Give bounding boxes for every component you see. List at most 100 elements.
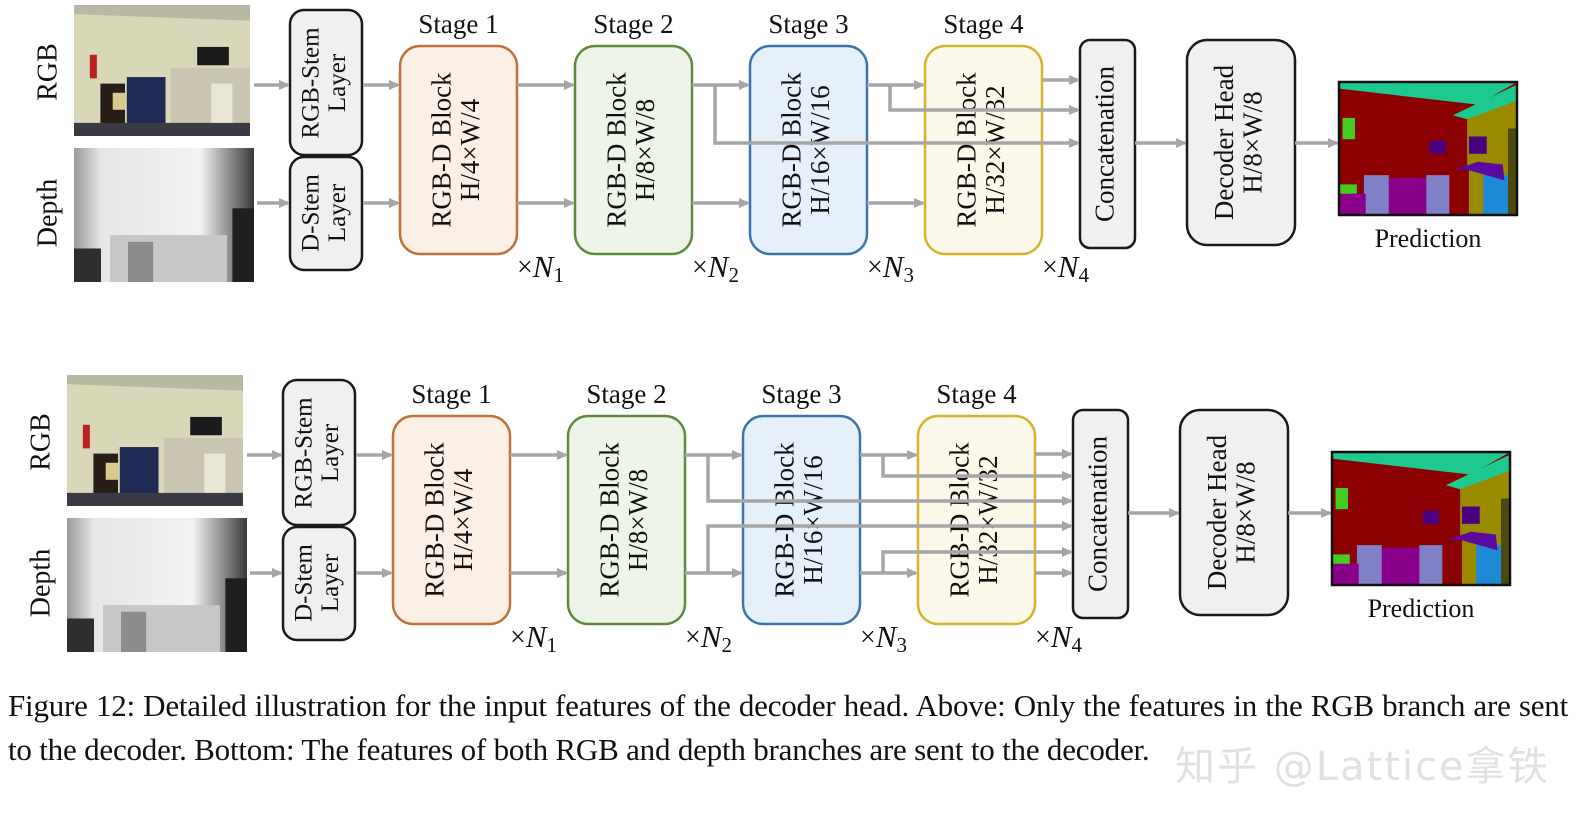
plant-class (1339, 184, 1357, 194)
microwave (190, 416, 222, 436)
stage-4-block-label: RGB-D BlockH/32×W/32 (945, 442, 1003, 598)
depth-input-label-line: Depth (32, 179, 63, 247)
rgb-input-label-line: RGB (25, 413, 56, 471)
chair-class (1419, 545, 1443, 585)
stage-2-repeat-count: ×N2 (685, 619, 732, 657)
decoder-head-label-line: H/8×W/8 (1237, 91, 1267, 193)
frame-class (1468, 136, 1487, 154)
rgb-input-image (67, 375, 243, 506)
decoder-head-label-line: Decoder Head (1202, 434, 1232, 590)
door-class (1501, 498, 1510, 585)
depth-stem-layer-label: D-Stem Layer (298, 174, 351, 252)
rgb-input-label-line: RGB (32, 43, 63, 101)
chair-depth (121, 611, 147, 652)
stage-4-title: Stage 4 (943, 9, 1024, 39)
stage-1-repeat-count: ×N1 (517, 249, 564, 287)
frame-class (1429, 140, 1446, 154)
stage-4-repeat-count: ×N4 (1035, 619, 1082, 657)
stage-3-block-label: RGB-D BlockH/16×W/16 (777, 72, 835, 228)
table-class (1339, 193, 1366, 215)
stage-3-block-label-line: H/16×W/16 (805, 85, 835, 214)
stage-2-block-label-line: H/8×W/8 (623, 469, 653, 571)
stage-1-block-label-line: H/4×W/4 (448, 468, 478, 571)
stage-1-title: Stage 1 (411, 379, 491, 409)
plant-class (1332, 554, 1350, 564)
chair-class (1356, 545, 1382, 585)
rgb-input-image (74, 5, 250, 136)
depth-input-label: Depth (25, 549, 56, 617)
depth-input-image (74, 148, 254, 282)
stage-4-block-label: RGB-D BlockH/32×W/32 (952, 72, 1010, 228)
stage-4-repeat-count: ×N4 (1042, 249, 1089, 287)
stage-2-block-label-line: RGB-D Block (602, 72, 632, 228)
prediction-segmentation-map (1330, 450, 1512, 587)
frame-class (1422, 510, 1439, 524)
near-objects (110, 235, 227, 282)
chair-class (1363, 175, 1389, 215)
rgb-input-label: RGB (32, 43, 63, 101)
stage-2-block-label-line: RGB-D Block (595, 442, 625, 598)
stage-2-title: Stage 2 (593, 9, 673, 39)
watermark: 知乎 @Lattice拿铁 (1175, 744, 1550, 790)
floor (74, 122, 250, 136)
stage-1-block-label-line: RGB-D Block (427, 72, 457, 228)
picture (105, 462, 119, 480)
rgb-stem-layer-label-line: RGB-Stem (291, 397, 318, 509)
plant-class (1335, 487, 1349, 510)
stage-1-title: Stage 1 (418, 9, 498, 39)
stage-3-title: Stage 3 (768, 9, 848, 39)
decoder-head-label-line: Decoder Head (1209, 64, 1239, 220)
stage-4-block-label-line: H/32×W/32 (980, 85, 1010, 214)
foreground-dark (74, 248, 101, 282)
stage-3-title: Stage 3 (761, 379, 841, 409)
door-depth (225, 578, 247, 652)
stage-4-title: Stage 4 (936, 379, 1017, 409)
stage-1-repeat-count: ×N1 (510, 619, 557, 657)
concatenation-label: Concatenation (1083, 436, 1113, 592)
stage-4-block-label-line: RGB-D Block (945, 442, 975, 598)
table-class (1332, 563, 1359, 585)
stage-1-block-label-line: H/4×W/4 (455, 98, 485, 201)
frame-class (1461, 506, 1480, 524)
depth-input-image (67, 518, 247, 652)
stage-3-block-label-line: H/16×W/16 (798, 455, 828, 584)
depth-stem-layer-label: D-Stem Layer (291, 544, 344, 622)
floor (67, 492, 243, 506)
stage-3-repeat-count: ×N3 (860, 619, 907, 657)
concatenation-label-line: Concatenation (1090, 66, 1120, 222)
prediction-label: Prediction (1368, 594, 1475, 623)
depth-stem-layer-label-line: D-Stem (291, 544, 318, 622)
picture (112, 92, 126, 110)
door-depth (232, 208, 254, 282)
depth-input-label-line: Depth (25, 549, 56, 617)
prediction-label: Prediction (1375, 224, 1482, 253)
near-objects (103, 605, 220, 652)
chair-class (1426, 175, 1450, 215)
rgb-stem-layer-label-line: Layer (317, 423, 344, 482)
stage-3-block-label-line: RGB-D Block (770, 442, 800, 598)
depth-stem-layer-label-line: Layer (324, 183, 351, 242)
extinguisher (82, 424, 90, 449)
stage-3-repeat-count: ×N3 (867, 249, 914, 287)
plant-class (1342, 117, 1356, 140)
sofa-class (1388, 177, 1427, 215)
stage-1-block-label-line: RGB-D Block (420, 442, 450, 598)
depth-stem-layer-label-line: Layer (317, 553, 344, 612)
stage-2-block-label-line: H/8×W/8 (630, 99, 660, 201)
decoder-head-label-line: H/8×W/8 (1230, 461, 1260, 563)
rgb-stem-layer-label-line: RGB-Stem (298, 27, 325, 139)
stage-2-repeat-count: ×N2 (692, 249, 739, 287)
concatenation-label: Concatenation (1090, 66, 1120, 222)
rgb-stem-layer-label-line: Layer (324, 53, 351, 112)
chair-depth (128, 241, 154, 282)
door-class (1508, 128, 1517, 215)
concatenation-label-line: Concatenation (1083, 436, 1113, 592)
sofa-class (1381, 547, 1420, 585)
diagram-canvas: RGBDepthRGB-Stem LayerD-Stem LayerStage 1R… (25, 5, 1519, 657)
stage-3-block-label: RGB-D BlockH/16×W/16 (770, 442, 828, 598)
counter-class (1483, 175, 1509, 215)
counter-class (1476, 545, 1502, 585)
foreground-dark (67, 618, 94, 652)
stage-2-title: Stage 2 (586, 379, 666, 409)
depth-stem-layer-label-line: D-Stem (298, 174, 325, 252)
